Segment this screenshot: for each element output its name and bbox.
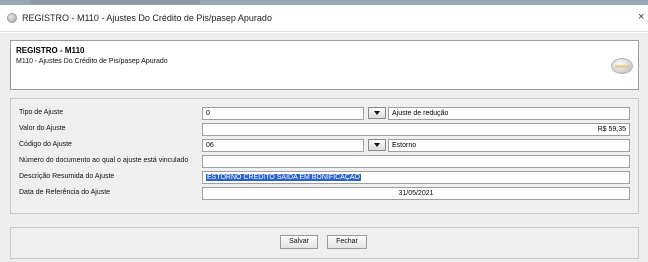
row-tipo-ajuste: Tipo de Ajuste 0 Ajuste de redução [11,107,640,121]
tipo-ajuste-dropdown-button[interactable] [368,107,386,119]
numero-documento-field[interactable] [202,155,630,168]
background-window-text [30,0,200,4]
tipo-ajuste-description-field: Ajuste de redução [388,107,630,120]
valor-ajuste-label: Valor do Ajuste [19,125,66,132]
close-button[interactable]: Fechar [327,235,367,249]
tipo-ajuste-code-field[interactable]: 0 [202,107,364,120]
row-codigo-ajuste: Código do Ajuste 06 Estorno [11,139,640,153]
data-referencia-label: Data de Referência do Ajuste [19,189,111,196]
chevron-down-icon [374,143,380,147]
chevron-down-icon [374,111,380,115]
row-data-referencia: Data de Referência do Ajuste 31/05/2021 [11,187,640,201]
descricao-label: Descrição Resumida do Ajuste [19,173,115,180]
codigo-ajuste-description-field: Estorno [388,139,630,152]
app-logo-icon [611,58,633,74]
valor-ajuste-field[interactable]: R$ 59,35 [202,123,630,136]
row-descricao: Descrição Resumida do Ajuste ESTORNO CRÉ… [11,171,640,185]
button-bar: Salvar Fechar [10,227,639,259]
codigo-ajuste-code-field[interactable]: 06 [202,139,364,152]
form-panel: Tipo de Ajuste 0 Ajuste de redução Valor… [10,98,639,214]
window-titlebar: REGISTRO - M110 - Ajustes Do Crédito de … [0,5,648,32]
save-button[interactable]: Salvar [280,235,318,249]
close-icon[interactable]: × [638,11,644,23]
window-title: REGISTRO - M110 - Ajustes Do Crédito de … [22,13,272,23]
numero-documento-label: Número do documento ao qual o ajuste est… [19,157,189,164]
codigo-ajuste-dropdown-button[interactable] [368,139,386,151]
record-subtitle: M110 - Ajustes Do Crédito de Pis/pasep A… [16,58,168,65]
record-header: REGISTRO - M110 M110 - Ajustes Do Crédit… [10,40,639,90]
descricao-selected-text: ESTORNO CRÉDITO SAIDA EM BONIFICAÇÃO [206,174,361,181]
row-valor-ajuste: Valor do Ajuste R$ 59,35 [11,123,640,137]
record-title: REGISTRO - M110 [16,46,85,55]
row-numero-documento: Número do documento ao qual o ajuste est… [11,155,640,169]
tipo-ajuste-label: Tipo de Ajuste [19,109,64,116]
descricao-field[interactable]: ESTORNO CRÉDITO SAIDA EM BONIFICAÇÃO [202,171,630,184]
data-referencia-field[interactable]: 31/05/2021 [202,187,630,200]
app-icon [7,13,17,23]
dialog-content: REGISTRO - M110 M110 - Ajustes Do Crédit… [0,33,648,262]
codigo-ajuste-label: Código do Ajuste [19,141,72,148]
